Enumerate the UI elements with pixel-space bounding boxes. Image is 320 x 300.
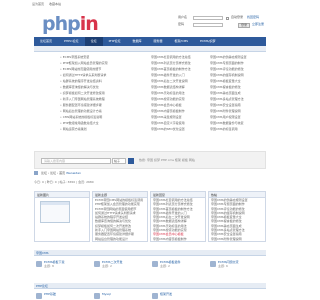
forum-item[interactable]: Mysql [94, 292, 111, 299]
topic-link[interactable]: PHP框架加入会员管理的功能实现 [93, 202, 147, 206]
list-item[interactable]: 帝国CMS的标签调用 [210, 127, 265, 134]
username-input[interactable] [193, 16, 223, 20]
search-input[interactable]: 请输入搜索内容 [41, 158, 111, 164]
topic-link[interactable]: 帝国CMS内容页模板制作 [151, 237, 205, 241]
forum-icon [36, 293, 42, 299]
forum-icon [152, 261, 158, 267]
forum-stat: 主题: 2 [102, 263, 112, 268]
panel-latest-replies: 最新回复 帝国CMS栏目调用的方法总结 帝国CMS列表页分页样式修改 帝国CMS… [150, 191, 206, 242]
notice-col-mid: 帝国CMS栏目调用的方法总结 帝国CMS列表页分页样式修改 帝国CMS首页模板的… [151, 55, 206, 134]
nav-item-cms[interactable]: 框架/CMS [168, 37, 194, 46]
nav-item-home[interactable]: 论坛首页 [34, 37, 58, 46]
forum-item[interactable]: ECMS模板插件 主题: 2 [152, 260, 180, 269]
forum-icon [210, 261, 216, 267]
nav-item-phpin[interactable]: PHPin论坛 [58, 37, 85, 46]
notice-col-right: 帝国CMS的伪静态规则设置 帝国CMS专题页面的制作 帝国CMS评论功能的修改 … [210, 55, 265, 134]
forum-item[interactable]: ECMS问题交流 主题: 6 [210, 260, 238, 269]
hot-search-link[interactable]: 模板 [182, 158, 188, 162]
breadcrumb-path[interactable]: 论坛 › 论坛 › 首页 [41, 171, 65, 175]
forum-item[interactable]: ECMS模板下载 主题: 8 [36, 260, 64, 269]
search-button[interactable] [128, 158, 134, 164]
site-logo[interactable]: php in [42, 12, 99, 35]
forum-stat: 主题: 2 [160, 263, 170, 268]
logo-part-in: in [79, 13, 99, 35]
panel-latest-topics: 最新主题 ECMS帝国CMS网站的模板标签调用 PHP框架加入会员管理的功能实现… [92, 191, 148, 242]
list-item[interactable]: 帝国CMS的SEO优化设置 [151, 127, 206, 134]
panel-title: 最新图片 [35, 192, 89, 198]
forum-icon [36, 261, 42, 267]
set-homepage-link[interactable]: 设为首页 [32, 2, 44, 6]
nav-item-database[interactable]: 数据库 [126, 37, 147, 46]
main-nav: 论坛首页 PHPin论坛 论坛 PHP论坛 数据库 服务器 框架/CMS ECM… [34, 37, 266, 46]
section-header-php[interactable]: PHP论坛 [34, 283, 266, 289]
nav-item-ecms[interactable]: ECMS/织梦 [194, 37, 222, 46]
hot-search-link[interactable]: 织梦 [154, 158, 160, 162]
hot-search-link[interactable]: 帝国 [147, 158, 153, 162]
forum-icon [152, 293, 158, 299]
nav-item-forum[interactable]: 论坛 [84, 37, 103, 46]
forum-item[interactable]: 框架开发 [152, 292, 172, 299]
forum-title[interactable]: Mysql [102, 292, 111, 297]
breadcrumb: 论坛 › 论坛 › 首页 Weneidan [34, 171, 81, 176]
list-item[interactable]: • 网站运营方案策划 [60, 127, 118, 134]
username-label: 用户名 [178, 15, 188, 20]
nav-item-server[interactable]: 服务器 [147, 37, 168, 46]
hot-search-link[interactable]: cms [168, 158, 174, 162]
search-bar: 请输入搜索内容 帖子 热搜: 帝国 织梦 PHP cms 框架 模板 网站 [34, 151, 266, 169]
forum-item[interactable]: PHP基础 [36, 292, 56, 299]
notice-col-left: • ECMS帝国系统安装 • PHP框架加入网站会员管理的实现 • ECMS网站… [60, 55, 118, 134]
forum-icon [94, 293, 100, 299]
breadcrumb-tag[interactable]: Weneidan [66, 171, 81, 175]
remember-checkbox[interactable] [226, 16, 229, 20]
topic-link[interactable]: 网站后台管理的功能设计 [93, 237, 147, 241]
forum-title[interactable]: PHP基础 [44, 292, 56, 297]
register-link[interactable]: 立即注册 [252, 22, 264, 27]
topic-link[interactable]: 帝国CMS附件管理说明 [209, 237, 265, 241]
hot-search-link[interactable]: 网站 [189, 158, 195, 162]
sub-nav [34, 46, 266, 52]
login-button[interactable]: 登录 [238, 22, 250, 28]
panel-hot-topics: 热帖 帝国CMS的伪静态规则设置 帝国CMS专题页面的制作 帝国CMS评论功能的… [208, 191, 266, 242]
forum-stats: 今日: 0 | 昨日: 0 | 帖子: 3650 | 会员: 2680 [34, 180, 94, 184]
forum-stat: 主题: 6 [218, 263, 228, 268]
home-icon[interactable] [34, 171, 38, 175]
hot-search-link[interactable]: PHP [161, 158, 167, 162]
top-links: 设为首页 收藏本站 [32, 2, 65, 7]
nav-item-php[interactable]: PHP论坛 [103, 37, 127, 46]
panel-latest-images: 最新图片 [34, 191, 90, 242]
forum-stat: 主题: 8 [44, 263, 54, 268]
search-type-select[interactable]: 帖子 [112, 158, 126, 164]
forum-icon [94, 261, 100, 267]
remember-label: 自动登录 [231, 15, 244, 20]
section-header-ecms[interactable]: 帝国CMS [34, 250, 266, 256]
thumbnail-image[interactable] [40, 201, 70, 223]
hot-search-label: 热搜: [139, 158, 147, 162]
password-label: 密码 [178, 22, 185, 27]
notice-area: • ECMS帝国系统安装 • PHP框架加入网站会员管理的实现 • ECMS网站… [34, 54, 266, 144]
hot-search: 热搜: 帝国 织梦 PHP cms 框架 模板 网站 [139, 158, 195, 163]
bookmark-link[interactable]: 收藏本站 [49, 2, 61, 6]
forum-item[interactable]: ECMS二次开发 主题: 2 [94, 260, 122, 269]
login-form: 用户名 自动登录 找回密码 密码 登录 立即注册 [178, 15, 268, 29]
forgot-password-link[interactable]: 找回密码 [247, 15, 259, 20]
logo-part-php: php [42, 13, 81, 35]
forum-title[interactable]: 框架开发 [160, 292, 172, 297]
hot-search-link[interactable]: 框架 [175, 158, 181, 162]
password-input[interactable] [193, 23, 223, 27]
